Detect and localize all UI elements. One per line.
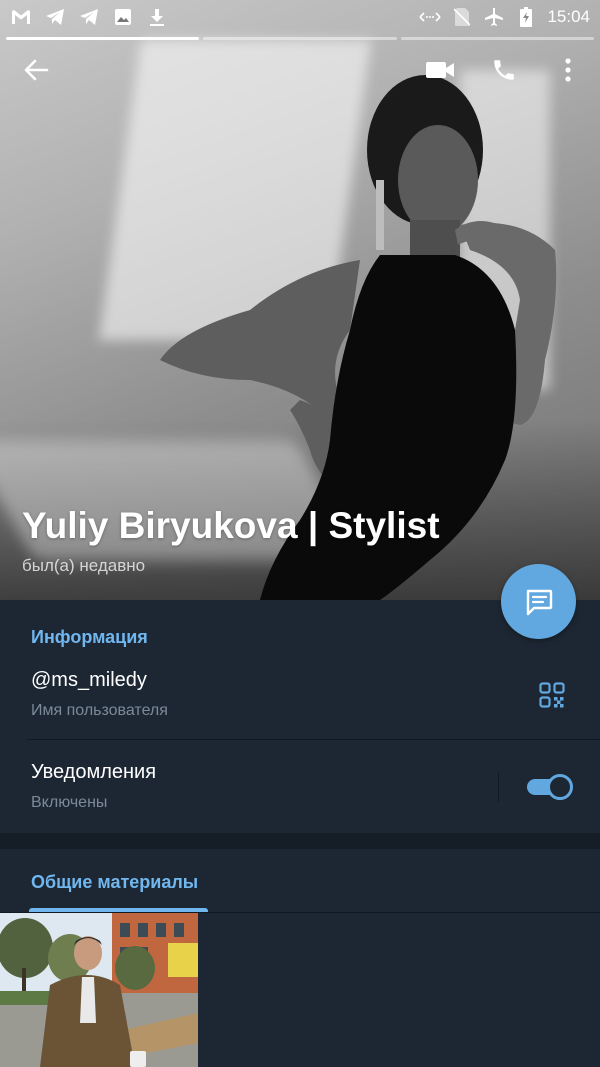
row-divider <box>27 739 600 740</box>
photo-progress-segment <box>203 37 397 40</box>
send-message-button[interactable] <box>501 564 576 639</box>
notifications-state: Включены <box>31 794 108 811</box>
image-icon <box>112 6 134 28</box>
no-sim-icon <box>451 6 473 28</box>
more-vert-icon <box>565 58 571 82</box>
notifications-title[interactable]: Уведомления <box>31 761 156 784</box>
media-thumbnail-image <box>0 913 198 1067</box>
airplane-icon <box>483 6 505 28</box>
section-gap <box>0 833 600 849</box>
toggle-separator <box>498 772 499 802</box>
video-call-button[interactable] <box>418 48 462 92</box>
info-section-title: Информация <box>31 627 148 647</box>
call-button[interactable] <box>482 48 526 92</box>
telegram-icon <box>78 6 100 28</box>
username-value[interactable]: @ms_miledy <box>31 669 147 692</box>
message-icon <box>526 589 552 615</box>
last-seen-status: был(а) недавно <box>22 556 146 575</box>
profile-toolbar <box>0 48 600 92</box>
toggle-thumb <box>547 774 573 800</box>
download-icon <box>146 6 168 28</box>
photo-progress-segment <box>6 37 200 40</box>
arrow-left-icon <box>24 59 49 81</box>
video-call-icon <box>426 62 454 78</box>
telegram-icon <box>44 6 66 28</box>
phone-icon <box>494 60 514 80</box>
username-label: Имя пользователя <box>31 702 168 719</box>
media-thumbnail[interactable] <box>0 913 198 1067</box>
data-saver-icon <box>419 6 442 28</box>
status-clock: 15:04 <box>547 7 590 26</box>
notifications-toggle[interactable] <box>527 774 573 800</box>
photo-progress-segment <box>400 37 594 40</box>
qr-code-button[interactable] <box>539 682 565 708</box>
profile-name: Yuliy Biryukova | Stylist <box>22 505 440 546</box>
back-button[interactable] <box>14 48 58 92</box>
tab-shared-media[interactable]: Общие материалы <box>31 872 198 893</box>
profile-photo[interactable]: 15:04 Yuliy Biryukova | Stylist был(а) н… <box>0 0 600 600</box>
qr-code-icon <box>539 682 565 708</box>
gmail-icon <box>10 6 32 28</box>
status-bar: 15:04 <box>0 0 600 34</box>
battery-charging-icon <box>515 6 537 28</box>
more-options-button[interactable] <box>546 48 590 92</box>
photo-progress-bars <box>6 37 594 40</box>
